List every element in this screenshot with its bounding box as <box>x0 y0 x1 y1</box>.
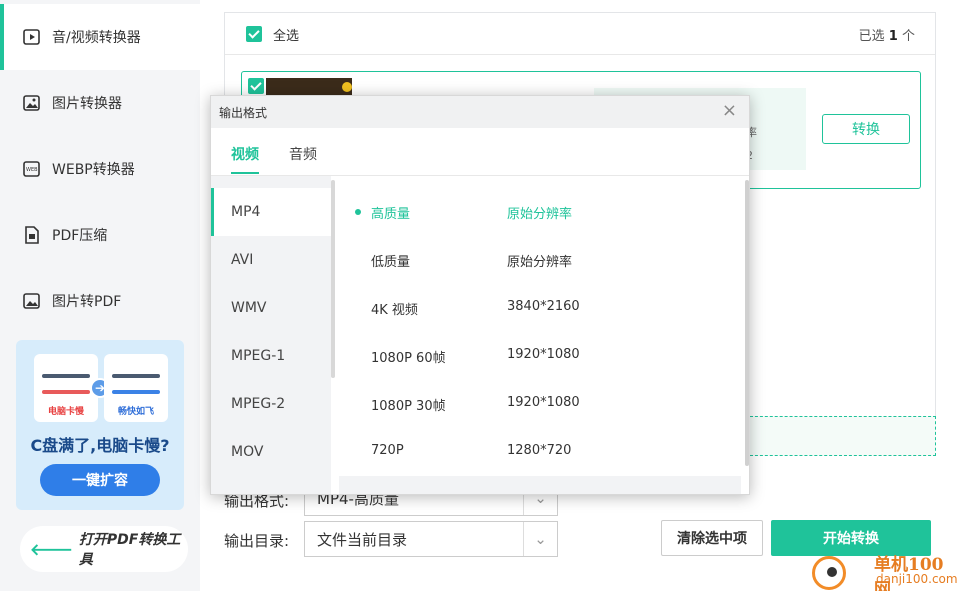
sidebar-item-pdf-compress[interactable]: PDF压缩 <box>0 202 200 268</box>
pdf-compress-icon <box>22 225 42 245</box>
clear-selected-button[interactable]: 清除选中项 <box>661 520 763 556</box>
select-all-checkbox[interactable] <box>246 26 262 42</box>
output-dir-label: 输出目录: <box>224 532 290 550</box>
add-file-drop-zone[interactable] <box>750 416 936 456</box>
promo-card-slow: 电脑卡慢 <box>34 354 98 422</box>
svg-text:WEB: WEB <box>26 167 38 173</box>
sidebar-item-audio-video-converter[interactable]: 音/视频转换器 <box>0 4 200 70</box>
quality-list: 高质量 原始分辨率 低质量 原始分辨率 4K 视频 3840*2160 1080… <box>339 176 741 476</box>
sidebar-item-label: 音/视频转换器 <box>52 30 141 46</box>
sidebar-item-image-to-pdf[interactable]: 图片转PDF <box>0 268 200 334</box>
webp-icon: WEB <box>22 159 42 179</box>
format-item-mov[interactable]: MOV <box>211 428 331 476</box>
watermark-icon <box>812 556 846 590</box>
close-icon[interactable]: × <box>722 100 737 121</box>
format-item-mpeg1[interactable]: MPEG-1 <box>211 332 331 380</box>
quality-list-scrollbar[interactable] <box>745 180 749 466</box>
chevron-down-icon: ⌄ <box>523 522 557 556</box>
quality-list-footer <box>339 476 741 494</box>
quality-item[interactable]: 1080P 30帧 1920*1080 <box>339 380 741 428</box>
selected-count: 已选 1 个 <box>858 29 915 44</box>
output-dir-select[interactable]: 文件当前目录 ⌄ <box>304 521 558 557</box>
play-icon <box>22 27 42 47</box>
file-list-header: 全选 已选 1 个 <box>225 13 935 55</box>
arrow-left-icon: 🡐 <box>30 540 73 559</box>
sidebar-item-image-converter[interactable]: 图片转换器 <box>0 70 200 136</box>
sidebar-item-label: 图片转PDF <box>52 294 122 310</box>
image-to-pdf-icon <box>22 291 42 311</box>
format-tabs: 视频 音频 <box>211 128 749 176</box>
dialog-title: 输出格式 <box>219 106 268 120</box>
quality-item[interactable]: 4K 视频 3840*2160 <box>339 284 741 332</box>
promo-title: C盘满了,电脑卡慢? <box>30 436 170 455</box>
format-list-scrollbar[interactable] <box>331 180 335 378</box>
promo-banner[interactable]: 电脑卡慢 ➔ 畅快如飞 C盘满了,电脑卡慢? 一键扩容 <box>16 340 184 510</box>
promo-card-fast: 畅快如飞 <box>104 354 168 422</box>
format-item-wmv[interactable]: WMV <box>211 284 331 332</box>
open-pdf-tool-button[interactable]: 🡐 打开PDF转换工具 <box>20 526 188 572</box>
tab-video[interactable]: 视频 <box>231 144 259 174</box>
open-pdf-tool-label: 打开PDF转换工具 <box>78 532 181 568</box>
image-convert-icon <box>22 93 42 113</box>
sidebar-item-webp-converter[interactable]: WEB WEBP转换器 <box>0 136 200 202</box>
sidebar: 音/视频转换器 图片转换器 WEB WEBP转换器 PDF压缩 图片转PDF 电… <box>0 0 200 591</box>
expand-disk-button[interactable]: 一键扩容 <box>40 464 160 496</box>
quality-item[interactable]: 1080P 60帧 1920*1080 <box>339 332 741 380</box>
output-format-dialog: 输出格式 × 视频 音频 MP4 AVI WMV MPEG-1 MPEG-2 M… <box>210 95 750 495</box>
quality-item[interactable]: 720P 1280*720 <box>339 428 741 476</box>
dialog-header: 输出格式 × <box>211 96 749 128</box>
tab-audio[interactable]: 音频 <box>289 144 317 164</box>
quality-item[interactable]: 低质量 原始分辨率 <box>339 236 741 284</box>
format-item-mpeg2[interactable]: MPEG-2 <box>211 380 331 428</box>
sidebar-item-label: WEBP转换器 <box>52 162 135 178</box>
sidebar-item-label: PDF压缩 <box>52 228 108 244</box>
format-list: MP4 AVI WMV MPEG-1 MPEG-2 MOV <box>211 176 331 494</box>
format-item-mp4[interactable]: MP4 <box>211 188 331 236</box>
convert-button[interactable]: 转换 <box>822 114 910 144</box>
selected-dot-icon <box>355 209 361 215</box>
sidebar-item-label: 图片转换器 <box>52 96 122 112</box>
quality-item[interactable]: 高质量 原始分辨率 <box>339 188 741 236</box>
select-all-label: 全选 <box>273 29 300 44</box>
file-checkbox[interactable] <box>248 78 264 94</box>
format-item-avi[interactable]: AVI <box>211 236 331 284</box>
watermark-logo: 单机100网 danji100.com <box>812 548 960 591</box>
